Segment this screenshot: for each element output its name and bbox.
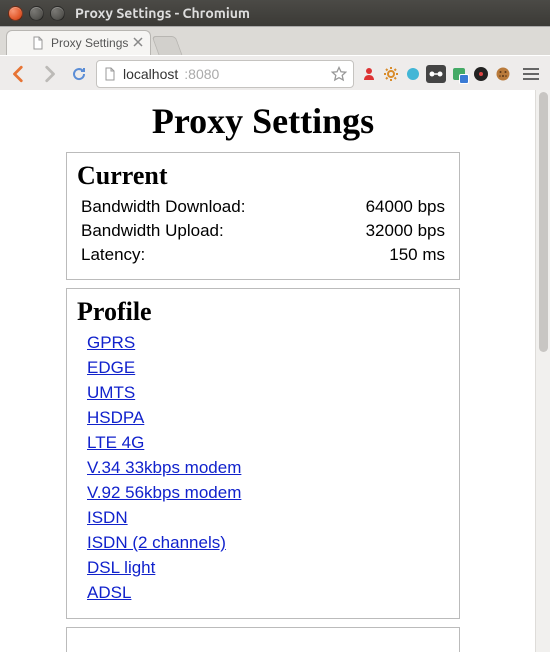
profile-item: ISDN <box>87 508 449 528</box>
tab-title: Proxy Settings <box>51 36 128 50</box>
extension-icon[interactable] <box>426 65 446 83</box>
profile-link[interactable]: V.92 56kbps modem <box>87 483 241 502</box>
current-row-label: Bandwidth Upload: <box>81 221 224 241</box>
gear-icon[interactable] <box>382 65 400 83</box>
current-row-value: 150 ms <box>389 245 445 265</box>
tab-proxy-settings[interactable]: Proxy Settings <box>6 30 151 55</box>
page-title: Proxy Settings <box>16 100 510 142</box>
profile-item: V.92 56kbps modem <box>87 483 449 503</box>
scrollbar-thumb[interactable] <box>539 92 548 352</box>
extension-icon[interactable] <box>472 65 490 83</box>
extension-icon[interactable] <box>404 65 422 83</box>
current-panel: Current Bandwidth Download:64000 bpsBand… <box>66 152 460 280</box>
window-close-button[interactable] <box>8 6 23 21</box>
tab-close-button[interactable] <box>132 36 144 48</box>
window-maximize-button[interactable] <box>50 6 65 21</box>
new-tab-button[interactable] <box>152 36 183 55</box>
extension-icon[interactable] <box>360 65 378 83</box>
profile-item: LTE 4G <box>87 433 449 453</box>
window-titlebar: Proxy Settings - Chromium <box>0 0 550 26</box>
current-row-label: Latency: <box>81 245 145 265</box>
profile-item: ISDN (2 channels) <box>87 533 449 553</box>
file-icon <box>31 36 45 50</box>
profile-link[interactable]: DSL light <box>87 558 155 577</box>
current-row-value: 32000 bps <box>366 221 445 241</box>
url-port: :8080 <box>184 66 219 82</box>
hamburger-icon <box>523 66 539 82</box>
bookmark-star-icon[interactable] <box>331 66 347 82</box>
profile-item: DSL light <box>87 558 449 578</box>
current-heading: Current <box>77 161 449 191</box>
vertical-scrollbar[interactable] <box>535 90 550 652</box>
profile-item: HSDPA <box>87 408 449 428</box>
next-panel-peek <box>66 627 460 652</box>
extension-icons <box>358 65 514 83</box>
window-minimize-button[interactable] <box>29 6 44 21</box>
profile-link[interactable]: ISDN (2 channels) <box>87 533 226 552</box>
profile-heading: Profile <box>77 297 449 327</box>
profile-item: ADSL <box>87 583 449 603</box>
profile-item: V.34 33kbps modem <box>87 458 449 478</box>
window-title: Proxy Settings - Chromium <box>75 5 550 21</box>
current-row-value: 64000 bps <box>366 197 445 217</box>
profile-link[interactable]: UMTS <box>87 383 135 402</box>
profile-item: GPRS <box>87 333 449 353</box>
profile-link[interactable]: V.34 33kbps modem <box>87 458 241 477</box>
profile-link[interactable]: ADSL <box>87 583 131 602</box>
extension-icon[interactable] <box>494 65 512 83</box>
current-row: Bandwidth Download: 64000 bps <box>81 197 445 217</box>
profile-link[interactable]: LTE 4G <box>87 433 144 452</box>
toolbar: localhost :8080 <box>0 55 550 93</box>
address-bar[interactable]: localhost :8080 <box>96 60 354 88</box>
profile-panel: Profile GPRS EDGE UMTS HSDPA LTE 4G V.34 33kb… <box>66 288 460 619</box>
url-host: localhost <box>123 66 178 82</box>
current-row: Latency: 150 ms <box>81 245 445 265</box>
file-icon <box>103 67 117 81</box>
tabstrip: Proxy Settings <box>0 26 550 55</box>
current-row-label: Bandwidth Download: <box>81 197 245 217</box>
profile-link[interactable]: GPRS <box>87 333 135 352</box>
current-row: Bandwidth Upload: 32000 bps <box>81 221 445 241</box>
menu-button[interactable] <box>518 61 544 87</box>
back-button[interactable] <box>6 61 32 87</box>
forward-button[interactable] <box>36 61 62 87</box>
profile-item: UMTS <box>87 383 449 403</box>
profile-link[interactable]: EDGE <box>87 358 135 377</box>
extension-icon[interactable] <box>450 65 468 83</box>
profile-item: EDGE <box>87 358 449 378</box>
reload-button[interactable] <box>66 61 92 87</box>
page-viewport: Proxy Settings Current Bandwidth Downloa… <box>0 90 550 652</box>
profile-link[interactable]: HSDPA <box>87 408 144 427</box>
profile-link[interactable]: ISDN <box>87 508 128 527</box>
